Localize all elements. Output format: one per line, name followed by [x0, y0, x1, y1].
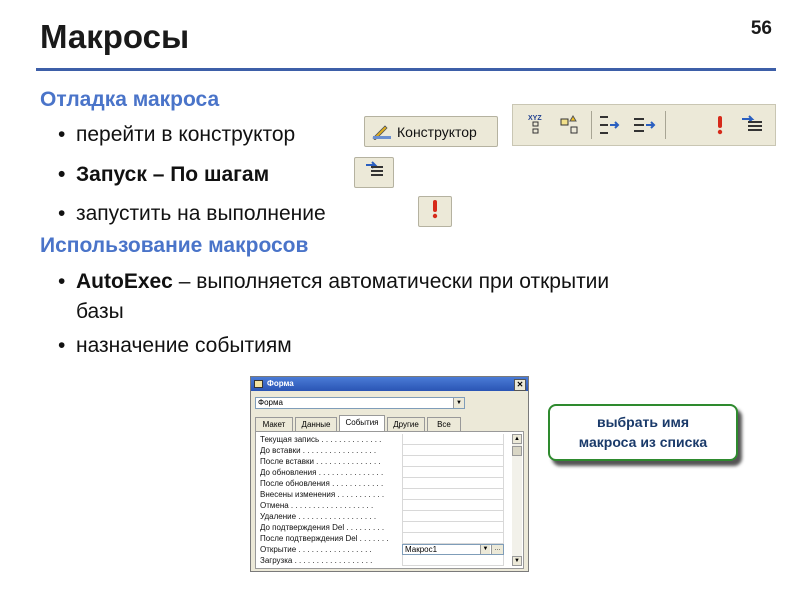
macro-names-icon[interactable]: XYZ: [523, 111, 549, 139]
property-row: После вставки . . . . . . . . . . . . . …: [256, 456, 508, 467]
bullet-run-execute: • запустить на выполнение: [58, 202, 326, 225]
property-row: Текущая запись . . . . . . . . . . . . .…: [256, 434, 508, 445]
run-icon[interactable]: [707, 111, 733, 139]
property-value[interactable]: [402, 489, 504, 500]
property-row: До обновления . . . . . . . . . . . . . …: [256, 467, 508, 478]
section-heading-usage: Использование макросов: [40, 234, 309, 257]
tab-data[interactable]: Данные: [295, 417, 337, 431]
tab-all[interactable]: Все: [427, 417, 461, 431]
scroll-up-icon[interactable]: ▲: [512, 434, 522, 444]
property-value[interactable]: [402, 445, 504, 456]
step-icon: [363, 161, 385, 184]
property-row: Внесены изменения . . . . . . . . . . .: [256, 489, 508, 500]
object-select-value: Форма: [258, 398, 283, 407]
scroll-down-icon[interactable]: ▼: [512, 556, 522, 566]
bullet-autoexec-cont: базы: [76, 300, 124, 323]
property-value[interactable]: [402, 456, 504, 467]
bullet-run-step: • Запуск – По шагам: [58, 163, 270, 186]
design-ruler-icon: [371, 124, 393, 141]
builder-ellipsis-button[interactable]: …: [491, 545, 503, 554]
object-select[interactable]: Форма ▼: [255, 397, 465, 409]
property-value[interactable]: [402, 522, 504, 533]
tab-layout[interactable]: Макет: [255, 417, 293, 431]
dialog-title: Форма: [267, 379, 294, 388]
property-row: До вставки . . . . . . . . . . . . . . .…: [256, 445, 508, 456]
property-row: Загрузка . . . . . . . . . . . . . . . .…: [256, 555, 508, 566]
toolbar-separator: [665, 111, 666, 139]
property-value[interactable]: [402, 511, 504, 522]
property-list: Текущая запись . . . . . . . . . . . . .…: [255, 431, 524, 569]
single-step-button[interactable]: [354, 157, 394, 188]
close-icon[interactable]: ✕: [514, 379, 526, 391]
form-properties-dialog: Форма ✕ Форма ▼ Макет Данные События Дру…: [250, 376, 529, 572]
callout-line-1: выбрать имя: [596, 414, 690, 430]
property-value[interactable]: [402, 467, 504, 478]
property-value[interactable]: [402, 555, 504, 566]
run-exclamation-icon: [430, 199, 440, 224]
property-scrollbar[interactable]: ▲ ▼: [512, 434, 522, 566]
property-row: До подтверждения Del . . . . . . . . .: [256, 522, 508, 533]
insert-row-icon[interactable]: [597, 111, 623, 139]
property-value[interactable]: [402, 434, 504, 445]
callout-note: выбрать имя макроса из списка: [548, 404, 738, 461]
property-row-open: Открытие . . . . . . . . . . . . . . . .…: [256, 544, 508, 555]
open-event-select[interactable]: Макрос1 ▼ …: [402, 544, 504, 555]
slide-number: 56: [750, 18, 772, 39]
toolbar-separator: [591, 111, 592, 139]
bullet-open-designer: • перейти в конструктор: [58, 123, 296, 146]
tab-events[interactable]: События: [339, 415, 385, 431]
title-divider: [36, 68, 776, 71]
delete-row-icon[interactable]: [631, 111, 657, 139]
scroll-thumb[interactable]: [512, 446, 522, 456]
chevron-down-icon[interactable]: ▼: [453, 398, 464, 408]
tab-other[interactable]: Другие: [387, 417, 425, 431]
bullet-autoexec: • AutoExec – выполняется автоматически пр…: [58, 270, 610, 293]
svg-text:XYZ: XYZ: [528, 115, 542, 122]
property-row: После обновления . . . . . . . . . . . .: [256, 478, 508, 489]
section-heading-debug: Отладка макроса: [40, 88, 220, 111]
bullet-events: • назначение событиям: [58, 334, 292, 357]
conditions-icon[interactable]: [557, 111, 583, 139]
property-value[interactable]: [402, 478, 504, 489]
property-row: Удаление . . . . . . . . . . . . . . . .…: [256, 511, 508, 522]
property-value[interactable]: [402, 533, 504, 544]
run-button[interactable]: [418, 196, 452, 227]
dialog-titlebar: Форма ✕: [251, 377, 528, 391]
property-row: Отмена . . . . . . . . . . . . . . . . .…: [256, 500, 508, 511]
chevron-down-icon[interactable]: ▼: [480, 545, 490, 554]
slide-title: Макросы: [40, 18, 190, 55]
single-step-icon[interactable]: [739, 111, 765, 139]
macro-toolbar: XYZ: [512, 104, 776, 146]
callout-line-2: макроса из списка: [578, 434, 708, 450]
constructor-button[interactable]: Конструктор: [364, 116, 498, 147]
property-row: После подтверждения Del . . . . . . .: [256, 533, 508, 544]
constructor-label: Конструктор: [397, 123, 477, 140]
open-event-value: Макрос1: [405, 545, 438, 554]
form-icon: [254, 380, 263, 388]
property-value[interactable]: [402, 500, 504, 511]
